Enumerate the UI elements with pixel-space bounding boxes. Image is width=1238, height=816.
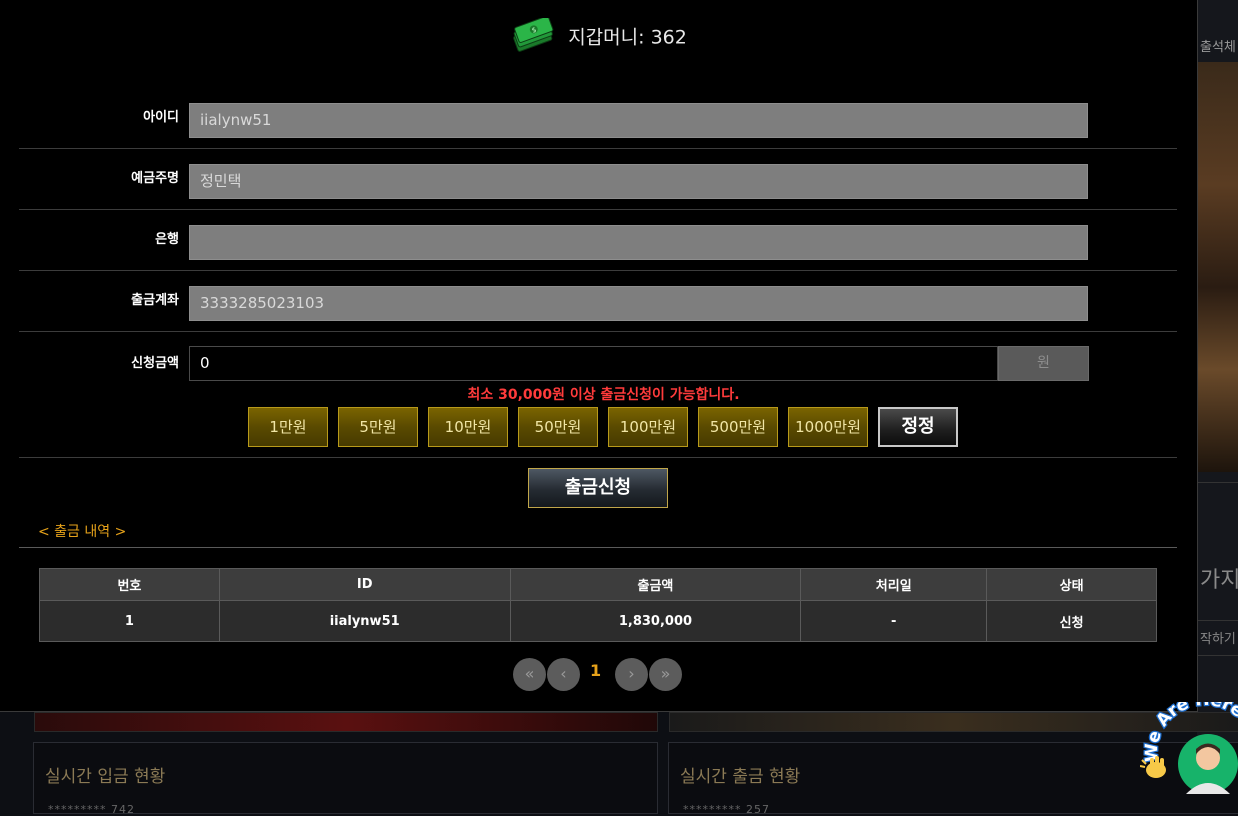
form-row-account: 출금계좌 3333285023103 xyxy=(19,270,1177,332)
deposit-status-row: ********* 742 xyxy=(48,803,135,816)
amount-button-1m[interactable]: 100만원 xyxy=(608,407,688,447)
amount-label: 신청금액 xyxy=(131,356,179,371)
amount-button-10m[interactable]: 1000만원 xyxy=(788,407,868,447)
amount-unit: 원 xyxy=(998,346,1089,381)
table-header-row: 번호 ID 출금액 처리일 상태 xyxy=(39,568,1157,601)
divider xyxy=(19,457,1177,458)
bank-field[interactable] xyxy=(189,225,1088,260)
wallet-balance: $ 지갑머니: 362 xyxy=(0,15,1197,54)
minimum-notice-text: 최소 30,000원 이상 출금신청이 가능합니다. xyxy=(467,387,740,403)
id-label: 아이디 xyxy=(143,110,179,125)
amount-button-10k[interactable]: 1만원 xyxy=(248,407,328,447)
we-are-here-widget[interactable]: We Are Here xyxy=(1139,688,1238,808)
form-row-bank: 은행 xyxy=(19,209,1177,271)
table-row: 1 iialynw51 1,830,000 - 신청 xyxy=(39,600,1157,642)
cell-id: iialynw51 xyxy=(218,600,511,642)
cell-no: 1 xyxy=(39,600,220,642)
form-row-id: 아이디 iialynw51 xyxy=(19,87,1177,149)
withdraw-status-title: 실시간 출금 현황 xyxy=(680,767,801,787)
amount-button-500k[interactable]: 50만원 xyxy=(518,407,598,447)
last-page-button[interactable]: » xyxy=(649,658,682,691)
wallet-balance-label: 지갑머니: 362 xyxy=(568,26,687,49)
background-game-image-left xyxy=(34,712,658,732)
bank-label: 은행 xyxy=(155,232,179,247)
id-field[interactable]: iialynw51 xyxy=(189,103,1088,138)
reset-button[interactable]: 정정 xyxy=(878,407,958,447)
cell-amount: 1,830,000 xyxy=(509,600,802,642)
cell-processed-date: - xyxy=(800,600,988,642)
account-field[interactable]: 3333285023103 xyxy=(189,286,1088,321)
header-status: 상태 xyxy=(986,568,1157,601)
withdraw-modal: $ 지갑머니: 362 아이디 iialynw51 예금주명 정민택 은행 출금… xyxy=(0,0,1198,712)
background-start-text: 작하기 xyxy=(1200,632,1236,647)
withdraw-history-link[interactable]: < 출금 내역 > xyxy=(38,521,126,541)
withdraw-status-row: ********* 257 xyxy=(683,803,770,816)
amount-button-100k[interactable]: 10만원 xyxy=(428,407,508,447)
holder-field[interactable]: 정민택 xyxy=(189,164,1088,199)
account-label: 출금계좌 xyxy=(131,293,179,308)
background-heading-text: 가지 xyxy=(1200,568,1238,593)
background-attendance-text: 출석체 xyxy=(1200,40,1236,55)
header-id: ID xyxy=(218,568,511,601)
form-row-holder: 예금주명 정민택 xyxy=(19,148,1177,210)
holder-label: 예금주명 xyxy=(131,171,179,186)
cell-status: 신청 xyxy=(986,600,1157,642)
deposit-status-title: 실시간 입금 현황 xyxy=(45,767,166,787)
header-no: 번호 xyxy=(39,568,220,601)
amount-input[interactable]: 0 xyxy=(189,346,998,381)
divider xyxy=(19,547,1177,548)
money-stack-icon: $ xyxy=(510,15,556,54)
current-page-number[interactable]: 1 xyxy=(590,661,601,680)
minimum-notice: 최소 30,000원 이상 출금신청이 가능합니다. xyxy=(0,384,1197,404)
withdraw-submit-button[interactable]: 출금신청 xyxy=(528,468,668,508)
header-processed-date: 처리일 xyxy=(800,568,988,601)
next-page-button[interactable]: › xyxy=(615,658,648,691)
amount-button-50k[interactable]: 5만원 xyxy=(338,407,418,447)
background-banner-image xyxy=(1197,62,1238,472)
deposit-status-panel: 실시간 입금 현황 ********* 742 xyxy=(33,742,658,816)
prev-page-button[interactable]: ‹ xyxy=(547,658,580,691)
withdraw-history-table: 번호 ID 출금액 처리일 상태 1 iialynw51 1,830,000 -… xyxy=(39,568,1157,642)
first-page-button[interactable]: « xyxy=(513,658,546,691)
header-amount: 출금액 xyxy=(509,568,802,601)
background-right-panel: 출석체 가지 작하기 xyxy=(1197,0,1238,808)
amount-button-5m[interactable]: 500만원 xyxy=(698,407,778,447)
